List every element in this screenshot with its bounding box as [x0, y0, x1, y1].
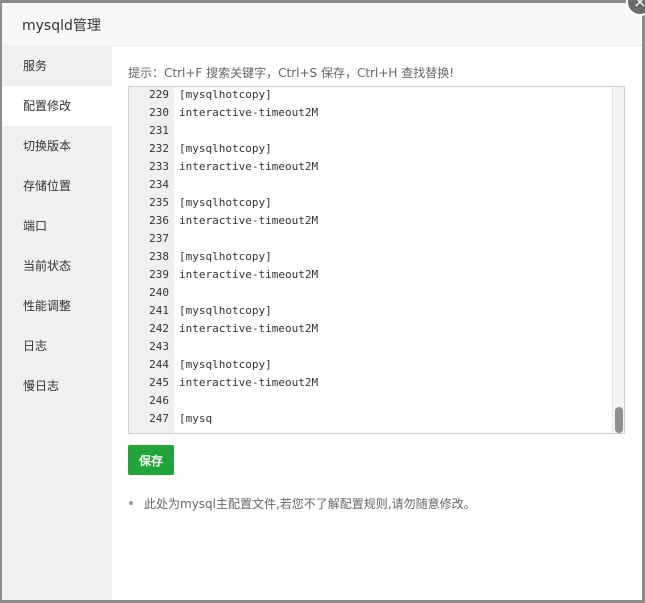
editor-line: 238 [mysqlhotcopy] — [129, 248, 624, 266]
config-content: 提示：Ctrl+F 搜索关键字，Ctrl+S 保存，Ctrl+H 查找替换! 2… — [112, 46, 642, 600]
config-editor[interactable]: 229 [mysqlhotcopy] 230 interactive-timeout… — [128, 86, 625, 434]
sidebar-item-performance-tuning[interactable]: 性能调整 — [2, 286, 112, 326]
sidebar-item-storage-location[interactable]: 存储位置 — [2, 166, 112, 206]
editor-line: 244 [mysqlhotcopy] — [129, 356, 624, 374]
line-number: 245 — [149, 376, 169, 389]
line-number: 238 — [149, 250, 169, 263]
editor-line: 240 — [129, 284, 624, 302]
editor-line: 246 — [129, 392, 624, 410]
line-text[interactable]: interactive-timeout2M — [179, 104, 318, 122]
line-number: 247 — [149, 412, 169, 425]
line-number: 236 — [149, 214, 169, 227]
sidebar-item-switch-version[interactable]: 切换版本 — [2, 126, 112, 166]
sidebar-item-config-edit[interactable]: 配置修改 — [2, 86, 112, 126]
editor-line: 243 — [129, 338, 624, 356]
line-text[interactable]: [mysqlhotcopy] — [179, 140, 272, 158]
line-text[interactable]: interactive-timeout2M — [179, 374, 318, 392]
editor-line: 230 interactive-timeout2M — [129, 104, 624, 122]
editor-line: 241 [mysqlhotcopy] — [129, 302, 624, 320]
sidebar-item-slow-logs[interactable]: 慢日志 — [2, 366, 112, 406]
editor-line: 247 [mysq — [129, 410, 624, 428]
editor-scroll-thumb[interactable] — [615, 407, 623, 433]
mysqld-dialog: mysqld管理 服务 配置修改 切换版本 存储位置 端口 当前状态 性能调整 … — [2, 3, 642, 600]
sidebar: 服务 配置修改 切换版本 存储位置 端口 当前状态 性能调整 日志 慢日志 — [2, 46, 112, 600]
editor-line: 239 interactive-timeout2M — [129, 266, 624, 284]
line-number: 242 — [149, 322, 169, 335]
line-text[interactable]: [mysqlhotcopy] — [179, 87, 272, 104]
line-number: 229 — [149, 88, 169, 101]
dialog-title-bar: mysqld管理 — [2, 3, 642, 46]
line-number: 237 — [149, 232, 169, 245]
editor-line: 245 interactive-timeout2M — [129, 374, 624, 392]
line-text[interactable]: [mysq — [179, 410, 212, 428]
save-button[interactable]: 保存 — [128, 445, 174, 475]
line-text[interactable]: interactive-timeout2M — [179, 212, 318, 230]
editor-line: 235 [mysqlhotcopy] — [129, 194, 624, 212]
note-item: 此处为mysql主配置文件,若您不了解配置规则,请勿随意修改。 — [128, 495, 476, 512]
dialog-title: mysqld管理 — [22, 18, 101, 34]
editor-line: 231 — [129, 122, 624, 140]
line-text[interactable]: [mysqlhotcopy] — [179, 248, 272, 266]
sidebar-item-port[interactable]: 端口 — [2, 206, 112, 246]
line-number: 230 — [149, 106, 169, 119]
editor-line: 234 — [129, 176, 624, 194]
sidebar-item-current-status[interactable]: 当前状态 — [2, 246, 112, 286]
line-number: 234 — [149, 178, 169, 191]
editor-scrollbar[interactable] — [612, 87, 624, 433]
editor-line: 236 interactive-timeout2M — [129, 212, 624, 230]
line-text[interactable]: [mysqlhotcopy] — [179, 356, 272, 374]
line-number: 241 — [149, 304, 169, 317]
line-text[interactable]: [mysqlhotcopy] — [179, 194, 272, 212]
editor-line: 232 [mysqlhotcopy] — [129, 140, 624, 158]
notes-list: 此处为mysql主配置文件,若您不了解配置规则,请勿随意修改。 — [128, 495, 476, 512]
editor-line: 229 [mysqlhotcopy] — [129, 87, 624, 104]
line-number: 232 — [149, 142, 169, 155]
editor-line: 233 interactive-timeout2M — [129, 158, 624, 176]
line-number: 235 — [149, 196, 169, 209]
line-number: 240 — [149, 286, 169, 299]
editor-line: 237 — [129, 230, 624, 248]
line-number: 231 — [149, 124, 169, 137]
editor-lines: 229 [mysqlhotcopy] 230 interactive-timeout… — [129, 87, 624, 428]
line-text[interactable]: interactive-timeout2M — [179, 320, 318, 338]
shortcut-hint: 提示：Ctrl+F 搜索关键字，Ctrl+S 保存，Ctrl+H 查找替换! — [128, 66, 455, 80]
line-number: 243 — [149, 340, 169, 353]
sidebar-item-service[interactable]: 服务 — [2, 46, 112, 86]
line-text[interactable]: interactive-timeout2M — [179, 266, 318, 284]
line-number: 246 — [149, 394, 169, 407]
editor-line: 242 interactive-timeout2M — [129, 320, 624, 338]
line-number: 233 — [149, 160, 169, 173]
line-text[interactable]: interactive-timeout2M — [179, 158, 318, 176]
line-text[interactable]: [mysqlhotcopy] — [179, 302, 272, 320]
line-number: 244 — [149, 358, 169, 371]
sidebar-item-logs[interactable]: 日志 — [2, 326, 112, 366]
line-number: 239 — [149, 268, 169, 281]
